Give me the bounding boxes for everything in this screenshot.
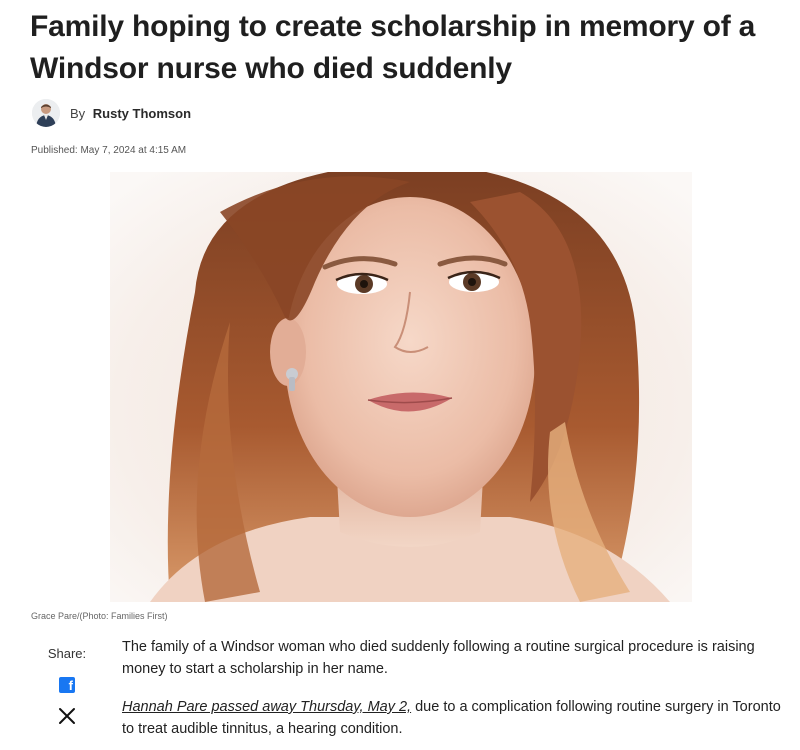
article-paragraph: Hannah Pare passed away Thursday, May 2,… [122, 696, 782, 740]
share-label: Share: [47, 646, 87, 661]
hero-photo [110, 172, 692, 602]
article-paragraph: The family of a Windsor woman who died s… [122, 639, 755, 677]
author-name[interactable]: Rusty Thomson [93, 106, 191, 121]
obituary-link[interactable]: Hannah Pare passed away Thursday, May 2, [122, 699, 411, 715]
article-headline: Family hoping to create scholarship in m… [30, 10, 756, 85]
x-icon[interactable] [58, 707, 76, 725]
author-avatar[interactable] [32, 99, 60, 127]
article-body: The family of a Windsor woman who died s… [122, 636, 782, 750]
photo-caption: Grace Pare/(Photo: Families First) [31, 611, 168, 621]
byline: By Rusty Thomson [32, 98, 191, 128]
facebook-icon[interactable]: f [59, 677, 75, 693]
byline-prefix: By [70, 105, 86, 121]
share-bar: Share: f [38, 646, 96, 725]
published-date: Published: May 7, 2024 at 4:15 AM [31, 145, 187, 156]
